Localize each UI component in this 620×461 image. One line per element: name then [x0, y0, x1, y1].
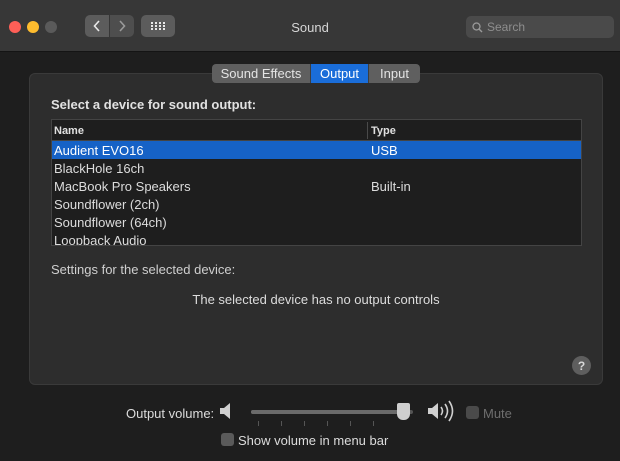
help-button[interactable]: ? — [572, 356, 591, 375]
magnifier-icon — [472, 21, 483, 32]
speaker-low-icon — [220, 403, 230, 419]
slider-tick — [258, 421, 259, 426]
slider-tick — [327, 421, 328, 426]
device-name: BlackHole 16ch — [54, 161, 145, 176]
slider-tick — [373, 421, 374, 426]
device-name: Soundflower (2ch) — [54, 197, 160, 212]
search-field[interactable]: Search — [466, 16, 614, 38]
device-type: USB — [371, 143, 398, 158]
settings-label: Settings for the selected device: — [51, 262, 236, 277]
tab-bar: Sound Effects Output Input — [212, 64, 420, 83]
table-row[interactable]: Audient EVO16 USB — [52, 141, 581, 159]
volume-slider-knob[interactable] — [397, 403, 411, 420]
no-controls-message: The selected device has no output contro… — [192, 292, 440, 307]
volume-slider-fill — [251, 410, 404, 414]
speaker-high-icon — [428, 400, 454, 422]
slider-tick — [281, 421, 282, 426]
device-name: Loopback Audio — [54, 233, 147, 246]
show-volume-in-menu-bar-checkbox[interactable] — [221, 433, 234, 446]
device-table[interactable]: Name Type Audient EVO16 USB BlackHole 16… — [51, 119, 582, 246]
mute-checkbox[interactable] — [466, 406, 479, 419]
column-header-type[interactable]: Type — [371, 125, 396, 137]
mute-label: Mute — [483, 406, 512, 421]
table-row[interactable]: Soundflower (2ch) — [52, 195, 581, 213]
table-row[interactable]: Soundflower (64ch) — [52, 213, 581, 231]
device-type: Built-in — [371, 179, 411, 194]
tab-output[interactable]: Output — [311, 64, 369, 83]
output-volume-slider[interactable] — [251, 410, 413, 414]
table-row[interactable]: BlackHole 16ch — [52, 159, 581, 177]
column-header-name[interactable]: Name — [54, 125, 84, 137]
show-volume-in-menu-bar-label: Show volume in menu bar — [238, 433, 389, 448]
table-row[interactable]: MacBook Pro Speakers Built-in — [52, 177, 581, 195]
slider-tick — [304, 421, 305, 426]
output-volume-label: Output volume: — [126, 406, 215, 421]
table-header: Name Type — [52, 120, 581, 141]
title-bar: Sound Search — [0, 0, 620, 52]
search-placeholder: Search — [487, 20, 526, 34]
tab-sound-effects[interactable]: Sound Effects — [212, 64, 311, 83]
slider-tick — [350, 421, 351, 426]
device-name: Soundflower (64ch) — [54, 215, 167, 230]
table-row[interactable]: Loopback Audio — [52, 231, 581, 246]
column-separator — [367, 122, 368, 139]
tab-input[interactable]: Input — [369, 64, 420, 83]
output-heading: Select a device for sound output: — [51, 97, 257, 112]
device-name: Audient EVO16 — [54, 143, 144, 158]
device-name: MacBook Pro Speakers — [54, 179, 191, 194]
